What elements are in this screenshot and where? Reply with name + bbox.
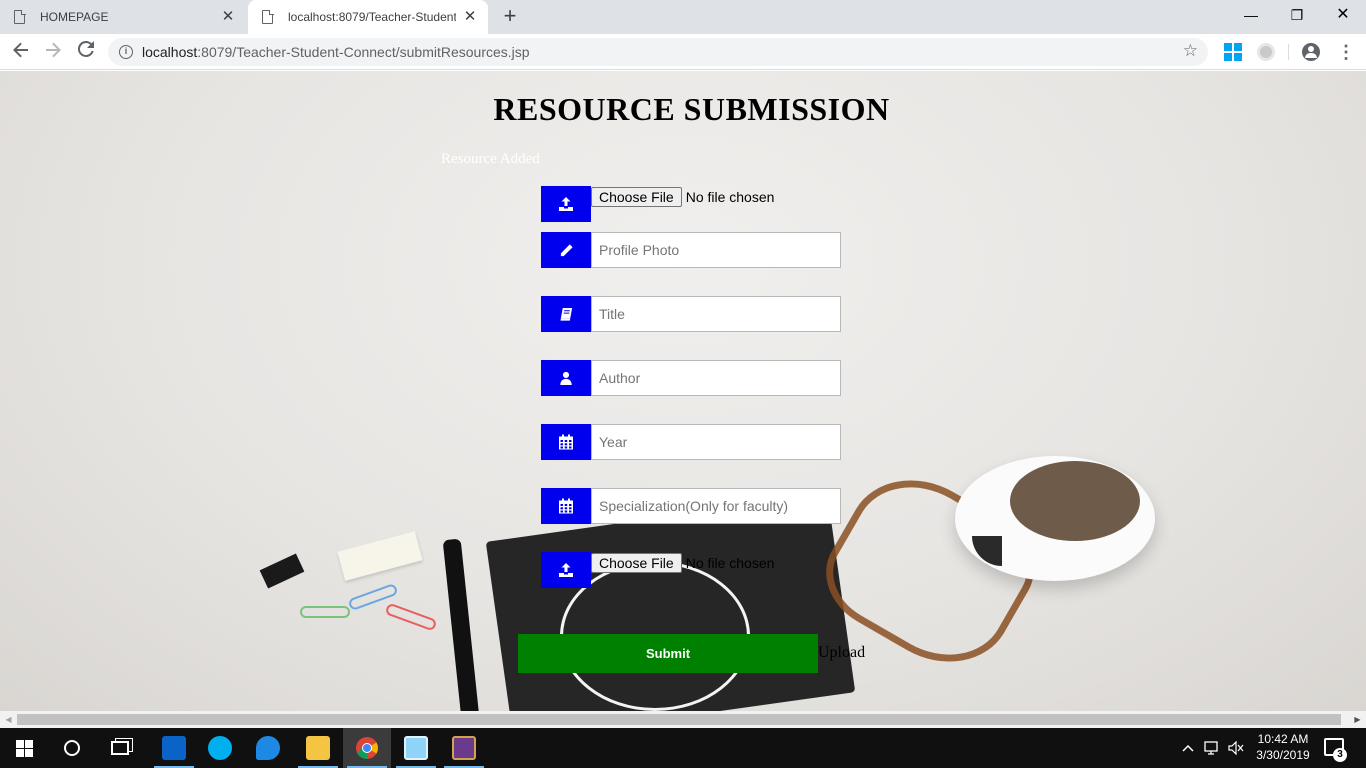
pencil-icon	[541, 232, 591, 268]
browser-toolbar: i localhost:8079/Teacher-Student-Connect…	[0, 34, 1366, 70]
upload-label: Upload	[818, 644, 866, 661]
cortana-button[interactable]	[48, 728, 96, 768]
start-button[interactable]	[0, 728, 48, 768]
status-message: Resource Added	[441, 151, 540, 167]
calendar-icon	[541, 424, 591, 460]
choose-file-button[interactable]: Choose File	[591, 187, 682, 207]
year-input[interactable]	[591, 424, 841, 460]
background-pen	[442, 538, 480, 711]
taskbar: 10:42 AM 3/30/2019 3	[0, 728, 1366, 768]
network-icon[interactable]	[1204, 728, 1222, 768]
taskbar-skype[interactable]	[196, 728, 244, 768]
book-icon	[541, 296, 591, 332]
tab-title: localhost:8079/Teacher-Student-C	[288, 10, 456, 24]
upload-icon	[541, 552, 591, 588]
scrollbar-thumb[interactable]	[17, 714, 1341, 725]
user-icon	[541, 360, 591, 396]
taskbar-file-explorer[interactable]	[294, 728, 342, 768]
calendar-icon	[541, 488, 591, 524]
address-bar[interactable]: i localhost:8079/Teacher-Student-Connect…	[108, 38, 1208, 66]
profile-photo-input[interactable]	[591, 232, 841, 268]
close-tab-icon[interactable]: ✕	[462, 9, 478, 25]
title-row	[541, 296, 841, 332]
background-pencils	[1010, 461, 1140, 541]
file-status-text: No file chosen	[685, 555, 775, 571]
background-tag	[337, 531, 423, 581]
specialization-row	[541, 488, 841, 524]
choose-file-button[interactable]: Choose File	[591, 553, 682, 573]
notification-count-badge: 3	[1333, 748, 1347, 762]
cortana-icon	[64, 740, 80, 756]
tab-submit-resources[interactable]: localhost:8079/Teacher-Student-C ✕	[248, 0, 488, 34]
maximize-button[interactable]: ❐	[1274, 0, 1320, 30]
task-view-button[interactable]	[96, 728, 144, 768]
tab-homepage[interactable]: HOMEPAGE ✕	[0, 0, 246, 34]
close-window-button[interactable]: ✕	[1320, 0, 1366, 30]
toolbar-separator	[1288, 44, 1289, 60]
tab-strip: HOMEPAGE ✕ localhost:8079/Teacher-Studen…	[0, 0, 1366, 34]
scroll-left-icon[interactable]: ◀	[0, 711, 17, 728]
page-title: RESOURCE SUBMISSION	[493, 91, 890, 127]
new-tab-button[interactable]: +	[498, 5, 522, 29]
background-paperclip	[300, 606, 350, 618]
close-tab-icon[interactable]: ✕	[220, 9, 236, 25]
file-status-text: No file chosen	[685, 189, 775, 205]
photo-upload-row: Choose File No file chosen	[541, 186, 774, 222]
info-icon[interactable]: i	[119, 45, 133, 59]
show-hidden-icons[interactable]	[1182, 728, 1194, 768]
taskbar-chrome[interactable]	[343, 728, 391, 768]
forward-button[interactable]	[41, 40, 65, 64]
url-text: localhost:8079/Teacher-Student-Connect/s…	[142, 44, 530, 60]
taskbar-edge[interactable]	[244, 728, 292, 768]
edge-icon	[256, 736, 280, 760]
outlook-icon	[162, 736, 186, 760]
windows-extension-icon[interactable]	[1224, 43, 1242, 61]
clock-time: 10:42 AM	[1257, 732, 1309, 746]
resource-upload-row: Choose File No file chosen	[541, 552, 774, 588]
bookmark-star-icon[interactable]: ☆	[1183, 41, 1198, 61]
back-button[interactable]	[9, 40, 33, 64]
profile-photo-row	[541, 232, 841, 268]
task-view-icon	[111, 741, 129, 755]
clock-date: 3/30/2019	[1256, 748, 1310, 762]
scroll-right-icon[interactable]: ▶	[1349, 711, 1366, 728]
author-input[interactable]	[591, 360, 841, 396]
background-binder-clip	[259, 553, 305, 589]
skype-icon	[208, 736, 232, 760]
submit-button[interactable]: Submit	[518, 634, 818, 673]
title-input[interactable]	[591, 296, 841, 332]
year-row	[541, 424, 841, 460]
taskbar-outlook[interactable]	[150, 728, 198, 768]
document-icon	[262, 9, 274, 24]
tab-title: HOMEPAGE	[40, 10, 109, 24]
account-icon[interactable]	[1302, 43, 1320, 61]
back-arrow-icon	[13, 42, 28, 58]
windows-logo-icon	[15, 739, 33, 757]
reload-icon	[77, 40, 94, 57]
specialization-input[interactable]	[591, 488, 841, 524]
taskbar-game-app[interactable]	[440, 728, 488, 768]
chrome-icon	[356, 737, 378, 759]
horizontal-scrollbar[interactable]: ◀ ▶	[0, 711, 1366, 728]
extension-circle-icon[interactable]	[1257, 43, 1275, 61]
forward-arrow-icon	[46, 42, 61, 58]
chevron-up-icon	[1182, 744, 1194, 752]
author-row	[541, 360, 841, 396]
resource-file-input[interactable]: Choose File No file chosen	[591, 552, 774, 588]
menu-kebab-icon[interactable]: ⋮	[1336, 42, 1356, 62]
taskbar-clock[interactable]: 10:42 AM 3/30/2019	[1252, 731, 1314, 763]
upload-icon	[541, 186, 591, 222]
document-icon	[14, 9, 26, 24]
game-app-icon	[452, 736, 476, 760]
remote-desktop-icon	[404, 736, 428, 760]
photo-file-input[interactable]: Choose File No file chosen	[591, 186, 774, 222]
volume-muted-icon[interactable]	[1228, 728, 1244, 768]
folder-icon	[306, 736, 330, 760]
background-paperclip	[384, 602, 438, 632]
minimize-button[interactable]: —	[1228, 0, 1274, 30]
page-viewport: RESOURCE SUBMISSION Resource Added Choos…	[0, 71, 1366, 711]
taskbar-remote-desktop[interactable]	[392, 728, 440, 768]
reload-button[interactable]	[74, 40, 98, 64]
